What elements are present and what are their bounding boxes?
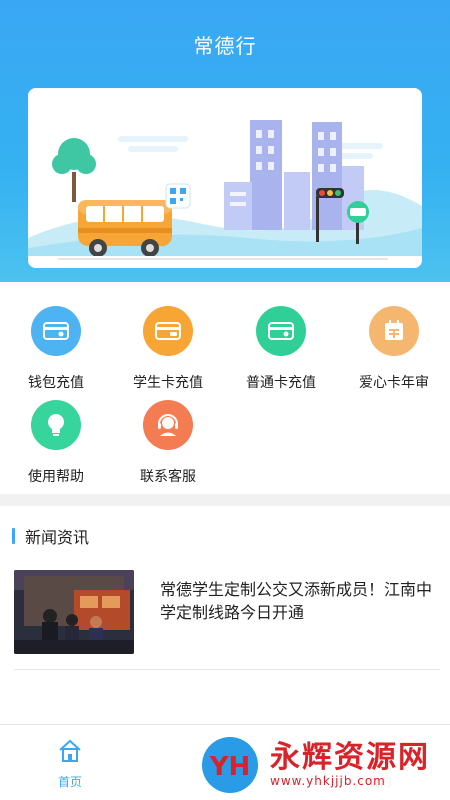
menu-label: 钱包充值 bbox=[28, 375, 84, 391]
customer-service-icon bbox=[143, 400, 193, 450]
menu-item-wallet-recharge[interactable]: 钱包充值 bbox=[0, 306, 112, 392]
app-header: 常德行 bbox=[0, 0, 450, 282]
watermark-logo: YH bbox=[202, 737, 258, 793]
tab-home[interactable]: 首页 bbox=[30, 737, 110, 790]
menu-label: 使用帮助 bbox=[28, 469, 84, 485]
student-card-icon bbox=[143, 306, 193, 356]
menu-item-contact-service[interactable]: 联系客服 bbox=[112, 400, 224, 486]
menu-item-normal-card-recharge[interactable]: 普通卡充值 bbox=[225, 306, 337, 392]
menu-label: 联系客服 bbox=[140, 469, 196, 485]
svg-text:YH: YH bbox=[209, 752, 251, 782]
bus-city-illustration bbox=[28, 88, 422, 268]
news-section-header: 新闻资讯 bbox=[12, 526, 90, 547]
card-icon bbox=[256, 306, 306, 356]
watermark-brand: 永辉资源网 bbox=[270, 740, 430, 775]
menu-item-usage-help[interactable]: 使用帮助 bbox=[0, 400, 112, 486]
watermark-url: www.yhkjjjb.com bbox=[270, 774, 386, 788]
section-divider bbox=[0, 494, 450, 506]
news-section-title: 新闻资讯 bbox=[25, 528, 90, 547]
news-title: 常德学生定制公交又添新成员！江南中学定制线路今日开通 bbox=[160, 580, 433, 622]
home-icon bbox=[59, 739, 81, 762]
menu-label: 学生卡充值 bbox=[133, 375, 203, 391]
news-list-item[interactable]: 常德学生定制公交又添新成员！江南中学定制线路今日开通 bbox=[14, 570, 440, 670]
app-title: 常德行 bbox=[193, 34, 257, 58]
menu-label: 爱心卡年审 bbox=[359, 375, 429, 391]
banner-image[interactable] bbox=[28, 88, 422, 268]
watermark-text-block: 永辉资源网 www.yhkjjjb.com bbox=[266, 740, 434, 790]
section-accent-bar bbox=[12, 528, 15, 544]
menu-item-love-card-review[interactable]: 爱心卡年审 bbox=[338, 306, 450, 392]
watermark: YH 永辉资源网 www.yhkjjjb.com bbox=[200, 730, 450, 800]
lightbulb-icon bbox=[31, 400, 81, 450]
menu-item-student-card-recharge[interactable]: 学生卡充值 bbox=[112, 306, 224, 392]
calendar-review-icon bbox=[369, 306, 419, 356]
tab-home-label: 首页 bbox=[57, 775, 82, 789]
news-thumbnail bbox=[14, 570, 134, 654]
menu-label: 普通卡充值 bbox=[246, 375, 316, 391]
wallet-card-icon bbox=[31, 306, 81, 356]
